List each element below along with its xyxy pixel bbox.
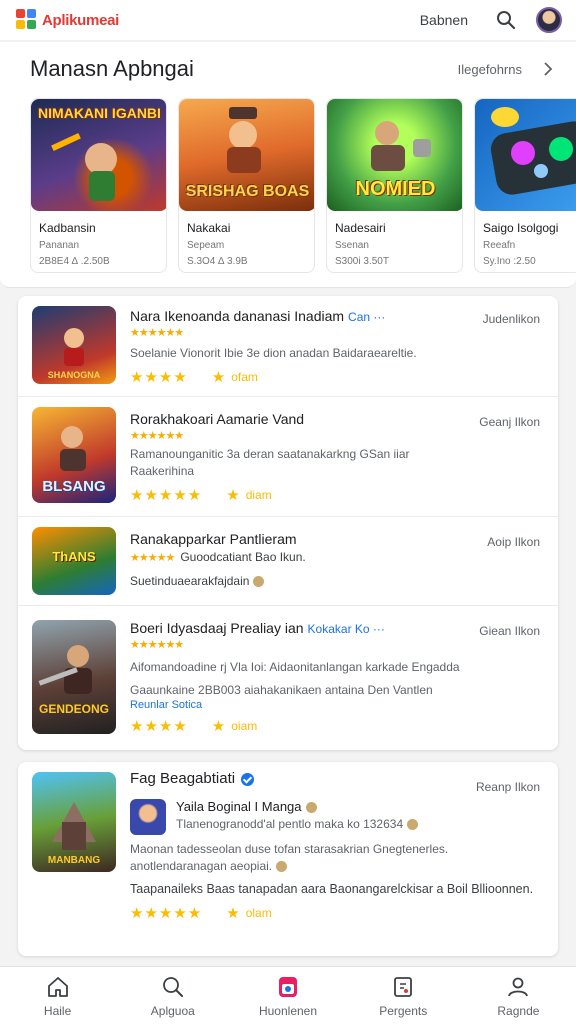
rating: ★★★★★ ★ olam: [130, 905, 272, 922]
list-item[interactable]: BLSANG Rorakhakoari Aamarie Vand ★★★★★★ …: [18, 397, 558, 517]
rating: ★★★★ ★ oiam: [130, 718, 258, 735]
description: anotlendaranagan aeopiai.: [130, 858, 544, 875]
games-icon: [275, 974, 301, 1000]
chevron-right-icon[interactable]: [542, 61, 554, 77]
top-app-bar: Aplikumeai Babnen: [0, 0, 576, 40]
app-artwork: NIMAKANI IGANBI: [31, 99, 166, 211]
rating: ★★★★ ★ ofam: [130, 369, 258, 386]
featured-section: Manasn Apbngai Ilegefohrns NIMAKANI IGAN…: [0, 42, 576, 288]
nav-item-search[interactable]: Aplguoa: [115, 967, 230, 1024]
app-developer: Pananan: [39, 240, 80, 251]
app-icon: SHANOGNA: [32, 306, 116, 384]
nav-item-home[interactable]: Haile: [0, 967, 115, 1024]
description: Maonan tadesseolan duse tofan starasakri…: [130, 842, 449, 856]
app-icon: MANBANG: [32, 772, 116, 872]
app-description: Soelanie Vionorit Ibie 3e dion anadan Ba…: [130, 346, 417, 360]
list-item[interactable]: GENDEONG Boeri Idyasdaaj Prealiay ian Kok…: [18, 606, 558, 750]
app-developer: Sepeam: [187, 240, 225, 251]
avatar: [130, 799, 166, 835]
search-icon: [160, 974, 186, 1000]
header-link[interactable]: Babnen: [420, 12, 468, 28]
app-artwork: SRISHAG BOAS: [179, 99, 314, 211]
app-description: Ramanounganitic 3a deran saatanakarkng G…: [130, 447, 410, 461]
home-icon: [45, 974, 71, 1000]
section-title: Manasn Apbngai: [30, 56, 194, 81]
app-meta: S.3O4 ∆ 3.9B: [187, 256, 248, 267]
see-more-link[interactable]: Ilegefohrns: [458, 62, 522, 77]
verified-icon: [241, 772, 255, 786]
app-description: Raakerihina: [130, 464, 195, 478]
app-artwork: NOMIED: [327, 99, 462, 211]
app-name: Saigo Isolgogi: [483, 221, 559, 235]
app-description: ★★★★★ Guoodcatiant Bao Ikun.: [130, 550, 306, 564]
app-artwork: [475, 99, 576, 211]
row-action[interactable]: Reanp Ilkon: [476, 780, 540, 794]
featured-app-card[interactable]: SRISHAG BOAS Nakakai Sepeam S.3O4 ∆ 3.9B: [178, 98, 315, 273]
app-icon: GENDEONG: [32, 620, 116, 734]
search-icon[interactable]: [494, 8, 518, 32]
mini-rating: ★★★★★★: [130, 639, 184, 651]
app-name: Nakakai: [187, 221, 231, 235]
list-item[interactable]: ThANS Ranakapparkar Pantlieram ★★★★★ Guoo…: [18, 517, 558, 606]
bottom-navigation: Haile Aplguoa Huonlenen Pergents Ragnde: [0, 966, 576, 1024]
app-meta: 2B8E4 ∆ .2.50B: [39, 256, 110, 267]
sub-text: Tlanenogranodd'al pentlo maka ko 132634: [176, 816, 419, 833]
app-icon: BLSANG: [32, 407, 116, 503]
nav-item-profile[interactable]: Ragnde: [461, 967, 576, 1024]
mini-rating: ★★★★★★: [130, 430, 184, 442]
featured-app-card[interactable]: NIMAKANI IGANBI Kadbansin Pananan 2B8E4 …: [30, 98, 167, 273]
sub-title: Yaila Boginal I Manga: [176, 799, 418, 814]
app-description: Suetinduaearakfajdain: [130, 573, 544, 590]
row-action[interactable]: Judenlikon: [483, 312, 540, 326]
avatar[interactable]: [536, 7, 562, 33]
row-action[interactable]: Geanj Ilkon: [479, 415, 540, 429]
app-list: SHANOGNA Nara Ikenoanda dananasi Inadiam…: [18, 296, 558, 750]
app-description: Gaaunkaine 2BB003 aiahakanikaen antaina …: [130, 683, 433, 697]
app-description: Aifomandoadine rj Vla Ioi: Aidaonitanlan…: [130, 660, 460, 674]
app-icon: ThANS: [32, 527, 116, 595]
app-title: Ranakapparkar Pantlieram: [130, 531, 297, 547]
nav-item-books[interactable]: Pergents: [346, 967, 461, 1024]
rating: ★★★★★ ★ diam: [130, 487, 272, 504]
app-developer: Reeafn: [483, 240, 516, 251]
list-item[interactable]: SHANOGNA Nara Ikenoanda dananasi Inadiam…: [18, 296, 558, 397]
sub-item[interactable]: Yaila Boginal I Manga Tlanenogranodd'al …: [130, 799, 544, 835]
featured-detail-card[interactable]: MANBANG Fag Beagabtiati Yaila Boginal I …: [18, 762, 558, 956]
app-name: Kadbansin: [39, 221, 96, 235]
read-more-link[interactable]: Reunlar Sotica: [130, 699, 544, 711]
mini-rating: ★★★★★★: [130, 327, 184, 339]
books-icon: [390, 974, 416, 1000]
description: Taapanaileks Baas tanapadan aara Baonang…: [130, 882, 534, 896]
app-meta: Sy.Ino :2.50: [483, 256, 536, 267]
app-name: Aplikumeai: [42, 11, 120, 29]
app-meta: S300i 3.50T: [335, 256, 389, 267]
featured-app-card[interactable]: Saigo Isolgogi Reeafn Sy.Ino :2.50: [474, 98, 576, 273]
profile-icon: [505, 974, 531, 1000]
nav-item-games[interactable]: Huonlenen: [230, 967, 345, 1024]
app-name: Nadesairi: [335, 221, 386, 235]
row-action[interactable]: Giean Ilkon: [479, 624, 540, 638]
logo-icon[interactable]: [16, 9, 38, 31]
row-action[interactable]: Aoip Ilkon: [487, 535, 540, 549]
featured-app-card[interactable]: NOMIED Nadesairi Ssenan S300i 3.50T: [326, 98, 463, 273]
app-developer: Ssenan: [335, 240, 369, 251]
